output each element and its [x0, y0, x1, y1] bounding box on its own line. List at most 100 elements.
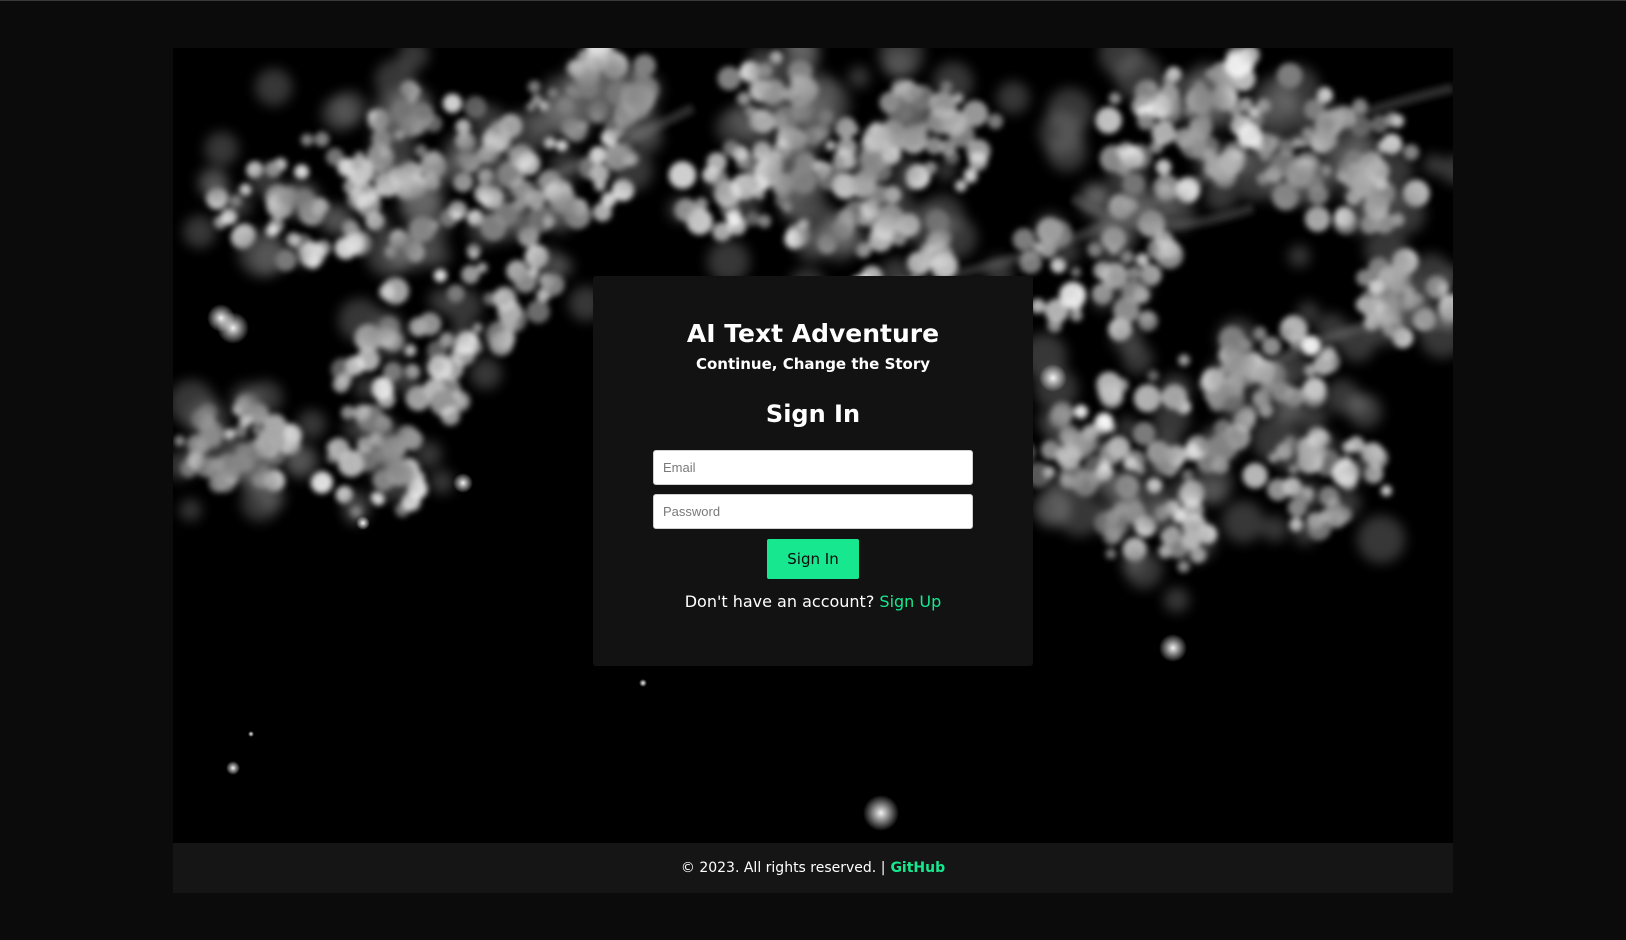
blossom-petal — [1261, 336, 1282, 357]
blossom-petal — [1106, 435, 1131, 459]
copyright-text: © 2023. All rights reserved. | — [680, 860, 886, 876]
blossom-petal — [1109, 92, 1121, 105]
bokeh-light — [1039, 364, 1067, 392]
github-link[interactable]: GitHub — [890, 860, 945, 876]
bokeh-light — [453, 473, 473, 493]
blossom-shadow — [1092, 289, 1114, 311]
blossom-shadow — [747, 48, 779, 78]
blossom-petal — [433, 268, 447, 283]
blossom-petal — [1047, 317, 1062, 333]
blossom-shadow — [469, 357, 502, 390]
app-subtitle: Continue, Change the Story — [695, 355, 931, 373]
blossom-shadow — [1349, 453, 1377, 481]
blossom-petal — [472, 322, 483, 333]
blossom-shadow — [390, 364, 420, 394]
blossom-petal — [1370, 114, 1389, 134]
blossom-shadow — [667, 197, 693, 222]
blossom-shadow — [204, 131, 239, 166]
blossom-petal — [1321, 345, 1336, 361]
blossom-shadow — [186, 444, 207, 465]
blossom-shadow — [1052, 238, 1080, 266]
bokeh-light — [863, 795, 899, 831]
blossom-shadow — [611, 149, 653, 192]
blossom-shadow — [1222, 500, 1265, 543]
blossom-shadow — [1288, 245, 1311, 268]
blossom-shadow — [1145, 459, 1167, 481]
blossom-shadow — [1114, 52, 1163, 101]
blossom-shadow — [1334, 140, 1380, 185]
blossom-petal — [555, 139, 569, 152]
blossom-shadow — [231, 383, 264, 416]
blossom-petal — [461, 265, 480, 284]
bokeh-light — [248, 731, 254, 737]
blossom-shadow — [1262, 516, 1288, 542]
bokeh-light — [356, 516, 370, 530]
blossom-petal — [1123, 456, 1139, 472]
blossom-petal — [1304, 206, 1331, 232]
password-input[interactable] — [653, 494, 973, 529]
blossom-shadow — [1423, 154, 1445, 175]
app-title: AI Text Adventure — [686, 319, 940, 348]
blossom-petal — [1019, 250, 1043, 274]
blossom-shadow — [735, 194, 761, 220]
blossom-petal — [1147, 370, 1159, 382]
blossom-shadow — [1171, 518, 1217, 563]
footer: © 2023. All rights reserved. | GitHub — [173, 843, 1453, 893]
blossom-shadow — [415, 441, 442, 468]
blossom-shadow — [183, 215, 216, 248]
blossom-petal — [452, 210, 463, 221]
blossom-shadow — [374, 59, 416, 101]
signin-button[interactable]: Sign In — [767, 539, 859, 579]
blossom-shadow — [373, 457, 418, 502]
blossom-petal — [412, 324, 426, 337]
blossom-shadow — [1392, 251, 1415, 274]
blossom-shadow — [391, 225, 437, 271]
blossom-shadow — [1096, 499, 1137, 540]
blossom-petal — [1355, 296, 1372, 313]
blossom-shadow — [1088, 467, 1116, 495]
blossom-shadow — [1384, 193, 1426, 235]
blossom-petal — [668, 161, 697, 189]
blossom-petal — [1159, 238, 1180, 259]
blossom-shadow — [1217, 318, 1258, 360]
blossom-shadow — [1132, 484, 1175, 527]
blossom-shadow — [1204, 179, 1238, 212]
blossom-shadow — [1153, 402, 1190, 439]
blossom-petal — [939, 139, 957, 156]
blossom-petal — [1341, 440, 1355, 454]
blossom-shadow — [257, 483, 286, 511]
blossom-shadow — [225, 191, 252, 219]
signup-link[interactable]: Sign Up — [879, 592, 941, 611]
blossom-shadow — [227, 438, 270, 480]
blossom-petal — [343, 233, 365, 254]
blossom-shadow — [892, 158, 923, 189]
blossom-shadow — [316, 204, 346, 233]
blossom-petal — [1059, 281, 1087, 309]
blossom-petal — [526, 299, 550, 324]
blossom-shadow — [1215, 385, 1248, 418]
blossom-shadow — [1125, 551, 1163, 589]
blossom-petal — [1105, 548, 1117, 560]
blossom-petal — [1301, 335, 1321, 356]
blossom-shadow — [1170, 477, 1192, 499]
blossom-shadow — [1037, 410, 1059, 432]
blossom-petal — [466, 243, 481, 258]
blossom-shadow — [1194, 141, 1238, 185]
blossom-petal — [1151, 120, 1176, 146]
blossom-shadow — [1348, 393, 1370, 416]
blossom-shadow — [297, 409, 326, 439]
blossom-shadow — [997, 81, 1030, 114]
blossom-shadow — [1164, 587, 1190, 613]
blossom-shadow — [527, 107, 560, 139]
blossom-shadow — [429, 469, 454, 494]
blossom-shadow — [1111, 322, 1143, 354]
blossom-shadow — [800, 99, 839, 139]
blossom-shadow — [377, 425, 403, 451]
signin-card: AI Text Adventure Continue, Change the S… — [593, 276, 1033, 666]
email-input[interactable] — [653, 450, 973, 485]
blossom-petal — [531, 94, 543, 106]
blossom-petal — [310, 471, 333, 494]
blossom-shadow — [1372, 150, 1413, 191]
blossom-shadow — [179, 499, 202, 521]
blossom-shadow — [428, 288, 453, 313]
